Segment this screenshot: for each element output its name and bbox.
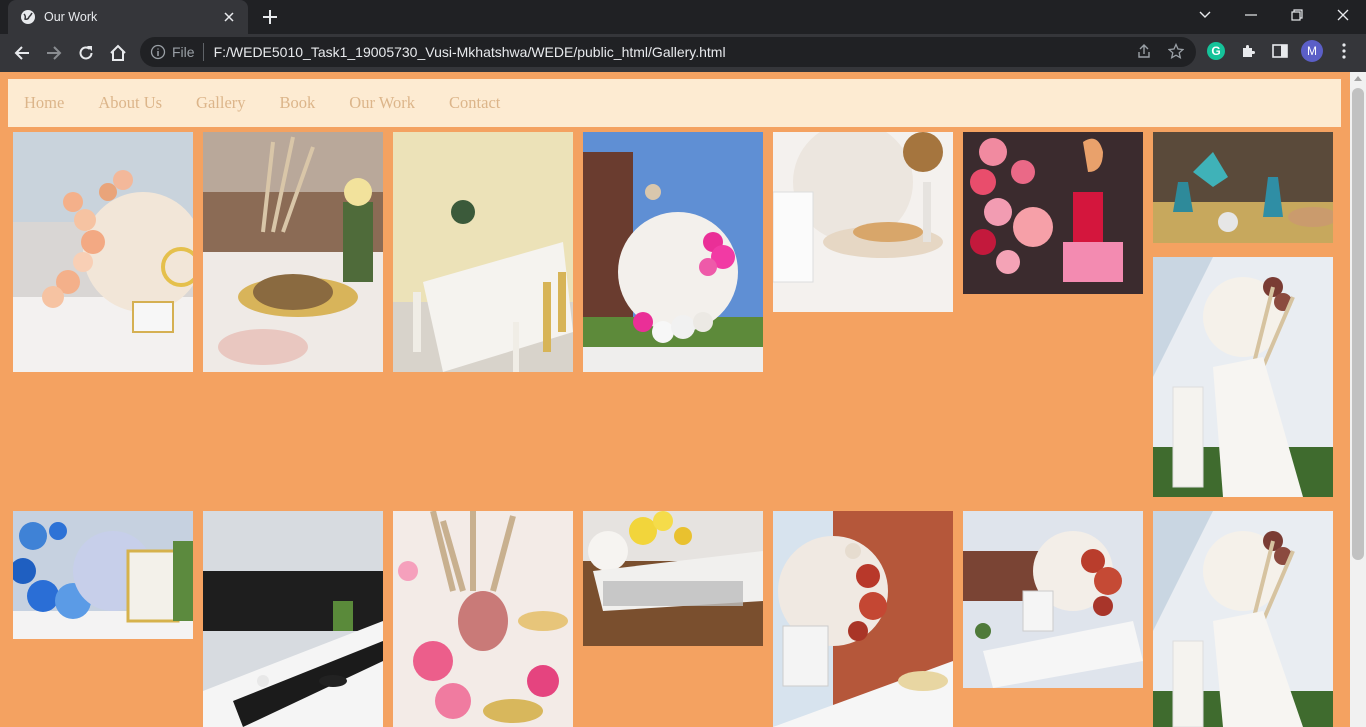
gallery-photo[interactable] (203, 132, 383, 372)
grammarly-badge: G (1207, 42, 1225, 60)
gallery-photo[interactable] (1153, 511, 1333, 727)
gallery-photo[interactable] (13, 132, 193, 372)
gallery-photo[interactable] (773, 511, 953, 727)
browser-tab[interactable]: Our Work (8, 0, 248, 34)
nav-about-link[interactable]: About Us (98, 93, 162, 113)
back-arrow-icon[interactable] (8, 39, 36, 67)
forward-arrow-icon[interactable] (40, 39, 68, 67)
gallery-photo[interactable] (393, 511, 573, 727)
close-tab-icon[interactable] (220, 8, 238, 26)
info-icon[interactable] (150, 44, 166, 60)
tab-search-chevron-icon[interactable] (1182, 0, 1228, 30)
minimize-icon[interactable] (1228, 0, 1274, 30)
url-text[interactable]: F:/WEDE5010_Task1_19005730_Vusi-Mkhatshw… (214, 44, 726, 60)
side-panel-icon[interactable] (1269, 40, 1291, 62)
gallery-photo[interactable] (203, 511, 383, 727)
url-scheme-label: File (172, 44, 195, 60)
gallery-photo[interactable] (393, 132, 573, 372)
bookmark-star-icon[interactable] (1166, 41, 1186, 61)
menu-kebab-icon[interactable] (1333, 40, 1355, 62)
reload-icon[interactable] (72, 39, 100, 67)
address-bar[interactable]: File F:/WEDE5010_Task1_19005730_Vusi-Mkh… (140, 37, 1196, 67)
nav-home-link[interactable]: Home (24, 93, 64, 113)
grammarly-extension-icon[interactable]: G (1205, 40, 1227, 62)
browser-tab-strip: Our Work (0, 0, 1366, 34)
page-viewport: Home About Us Gallery Book Our Work Cont… (0, 72, 1366, 727)
vertical-scrollbar[interactable] (1350, 72, 1366, 727)
extensions-puzzle-icon[interactable] (1237, 40, 1259, 62)
profile-avatar[interactable]: M (1301, 40, 1323, 62)
gallery-photo[interactable] (1153, 257, 1333, 497)
gallery-photo[interactable] (583, 132, 763, 372)
scroll-up-arrow-icon[interactable] (1354, 76, 1362, 81)
new-tab-button[interactable] (258, 6, 282, 28)
gallery-photo[interactable] (963, 511, 1143, 688)
gallery-photo[interactable] (13, 511, 193, 639)
gallery-photo[interactable] (963, 132, 1143, 294)
avatar-initial: M (1301, 40, 1323, 62)
nav-gallery-link[interactable]: Gallery (196, 93, 245, 113)
nav-our-work-link[interactable]: Our Work (349, 93, 415, 113)
globe-icon (20, 9, 36, 25)
tab-title: Our Work (44, 10, 98, 24)
scrollbar-thumb[interactable] (1352, 88, 1364, 560)
nav-contact-link[interactable]: Contact (449, 93, 500, 113)
restore-icon[interactable] (1274, 0, 1320, 30)
gallery-photo[interactable] (773, 132, 953, 312)
home-icon[interactable] (104, 39, 132, 67)
close-window-icon[interactable] (1320, 0, 1366, 30)
site-navbar: Home About Us Gallery Book Our Work Cont… (8, 79, 1341, 127)
gallery-photo[interactable] (1153, 132, 1333, 243)
nav-book-link[interactable]: Book (280, 93, 316, 113)
browser-toolbar: File F:/WEDE5010_Task1_19005730_Vusi-Mkh… (0, 34, 1366, 72)
gallery-photo[interactable] (583, 511, 763, 646)
url-separator (202, 43, 204, 61)
share-icon[interactable] (1134, 41, 1154, 61)
